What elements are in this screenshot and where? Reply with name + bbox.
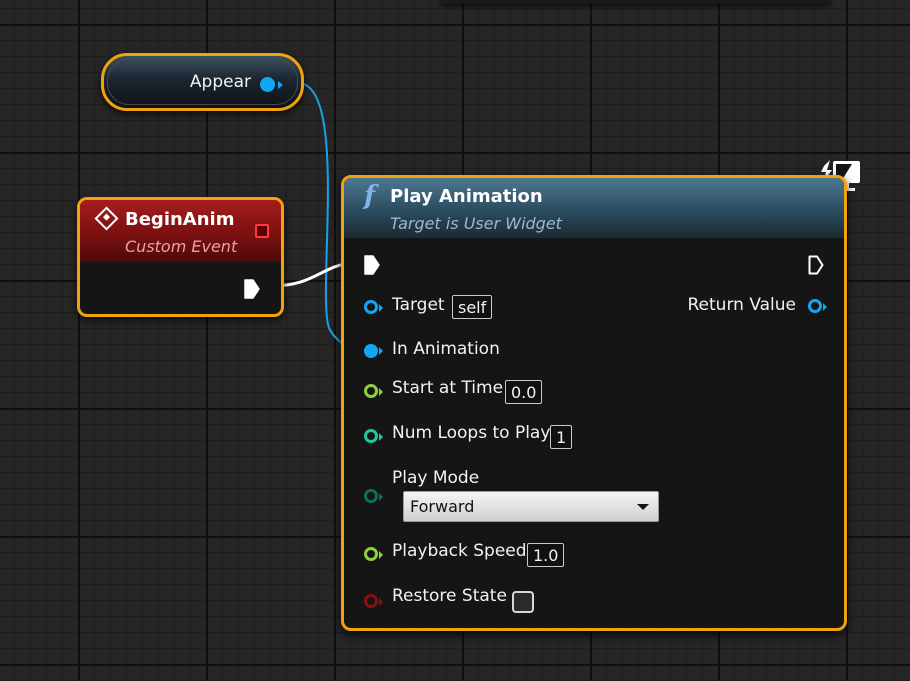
target-label: Target xyxy=(392,295,445,315)
chevron-down-icon xyxy=(637,504,649,510)
pin-arrow-icon xyxy=(379,598,383,606)
play-mode-label: Play Mode xyxy=(392,468,480,488)
exec-output-pin[interactable] xyxy=(244,279,260,299)
return-value-label: Return Value xyxy=(687,295,797,315)
function-icon: f xyxy=(364,181,376,211)
playback-speed-label: Playback Speed xyxy=(392,541,527,561)
start-at-time-label: Start at Time xyxy=(392,378,504,398)
in-animation-pin[interactable] xyxy=(364,344,378,358)
function-title: Play Animation xyxy=(390,186,543,207)
variable-name: Appear xyxy=(189,72,251,92)
event-node-header: BeginAnim Custom Event xyxy=(80,200,281,262)
play-mode-dropdown[interactable]: Forward xyxy=(403,491,659,522)
num-loops-input[interactable]: 1 xyxy=(550,425,573,449)
appear-variable-node[interactable]: Appear xyxy=(101,53,304,111)
num-loops-pin[interactable] xyxy=(364,429,378,443)
function-node-header: f Play Animation Target is User Widget xyxy=(344,178,844,238)
event-title: BeginAnim xyxy=(125,209,235,230)
begin-anim-event-node[interactable]: BeginAnim Custom Event xyxy=(77,197,284,317)
pin-arrow-icon xyxy=(379,551,383,559)
restore-state-label: Restore State xyxy=(392,586,507,606)
upper-node-edge xyxy=(440,0,830,4)
play-mode-selected: Forward xyxy=(410,497,475,516)
pin-arrow-icon xyxy=(379,388,383,396)
restore-state-pin[interactable] xyxy=(364,594,378,608)
appear-output-pin[interactable] xyxy=(260,77,275,92)
pin-arrow-icon xyxy=(379,347,383,355)
return-value-pin[interactable] xyxy=(808,299,822,313)
num-loops-label: Num Loops to Play xyxy=(392,423,551,443)
function-subtitle: Target is User Widget xyxy=(390,214,562,233)
start-at-time-pin[interactable] xyxy=(364,384,378,398)
pin-arrow-icon xyxy=(379,433,383,441)
custom-event-icon xyxy=(94,206,119,231)
target-pin[interactable] xyxy=(364,300,378,314)
delegate-output-pin[interactable] xyxy=(255,224,269,238)
exec-output-pin[interactable] xyxy=(808,255,824,275)
playback-speed-input[interactable]: 1.0 xyxy=(527,543,565,567)
event-subtitle: Custom Event xyxy=(125,237,238,256)
playback-speed-pin[interactable] xyxy=(364,547,378,561)
restore-state-checkbox[interactable] xyxy=(512,591,534,613)
pin-arrow-icon xyxy=(379,493,383,501)
pin-arrow-icon xyxy=(823,303,827,311)
start-at-time-input[interactable]: 0.0 xyxy=(505,380,543,404)
exec-input-pin[interactable] xyxy=(364,255,380,275)
target-value: self xyxy=(452,295,493,319)
play-mode-pin[interactable] xyxy=(364,489,378,503)
in-animation-label: In Animation xyxy=(392,339,500,359)
pin-arrow-icon xyxy=(278,81,283,89)
play-animation-node[interactable]: f Play Animation Target is User Widget T… xyxy=(341,175,847,631)
pin-arrow-icon xyxy=(379,304,383,312)
